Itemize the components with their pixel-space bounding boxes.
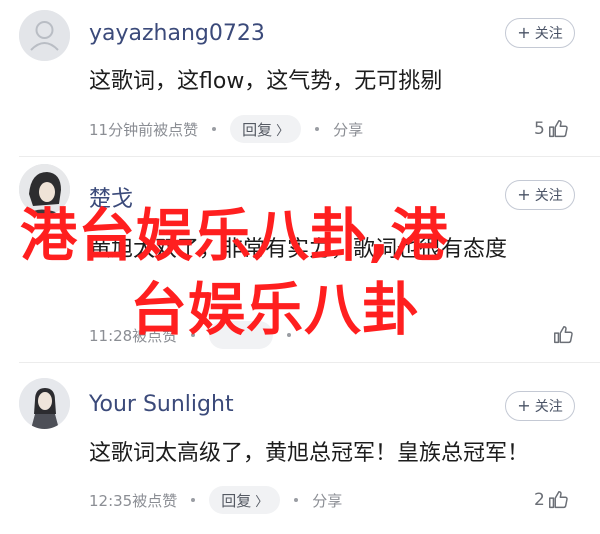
watermark-overlay-line1: 港台娱乐八卦,港 xyxy=(20,203,449,269)
plus-icon: + xyxy=(517,23,531,42)
chevron-right-icon: 〉 xyxy=(255,494,269,510)
thumbs-up-icon xyxy=(548,491,568,509)
follow-label: 关注 xyxy=(534,399,563,415)
comment-meta: 11分钟前被点赞 回复 〉 分享 xyxy=(89,114,363,144)
follow-button[interactable]: + 关注 xyxy=(505,180,575,210)
username[interactable]: yayazhang0723 xyxy=(89,21,265,46)
like-count: 2 xyxy=(534,490,545,510)
like-button[interactable] xyxy=(552,320,574,350)
share-button[interactable]: 分享 xyxy=(333,119,363,140)
comment-text: 这歌词，这flow，这气势，无可挑剔 xyxy=(89,69,443,94)
avatar[interactable] xyxy=(19,378,70,429)
comment-meta: 12:35被点赞 回复 〉 分享 xyxy=(89,485,342,515)
username[interactable]: Your Sunlight xyxy=(89,392,234,417)
separator-dot xyxy=(212,127,217,131)
divider xyxy=(19,362,600,363)
default-avatar-icon xyxy=(19,10,70,61)
timestamp: 12:35被点赞 xyxy=(89,491,178,510)
avatar[interactable] xyxy=(19,10,70,61)
thumbs-up-icon xyxy=(554,326,573,344)
separator-dot xyxy=(191,498,196,502)
plus-icon: + xyxy=(517,185,531,204)
follow-label: 关注 xyxy=(534,26,563,42)
separator-dot xyxy=(315,127,320,131)
reply-label: 回复 xyxy=(221,491,252,510)
like-button[interactable]: 5 xyxy=(534,114,569,144)
reply-button[interactable]: 回复 〉 xyxy=(230,115,302,143)
reply-button[interactable]: 回复 〉 xyxy=(209,486,281,514)
like-button[interactable]: 2 xyxy=(534,485,569,515)
follow-button[interactable]: + 关注 xyxy=(505,18,575,48)
chevron-right-icon: 〉 xyxy=(276,123,290,139)
plus-icon: + xyxy=(517,396,531,415)
comment-text: 这歌词太高级了，黄旭总冠军！皇族总冠军！ xyxy=(89,441,530,466)
divider xyxy=(19,156,600,157)
follow-button[interactable]: + 关注 xyxy=(505,391,575,421)
user-photo-icon xyxy=(19,378,70,429)
follow-label: 关注 xyxy=(534,188,563,204)
timestamp: 11分钟前被点赞 xyxy=(89,120,199,139)
separator-dot xyxy=(294,498,299,502)
share-button[interactable]: 分享 xyxy=(312,490,342,511)
watermark-overlay-line2: 台娱乐八卦 xyxy=(130,277,420,343)
like-count: 5 xyxy=(534,119,545,139)
reply-label: 回复 xyxy=(242,120,273,139)
thumbs-up-icon xyxy=(548,120,568,138)
